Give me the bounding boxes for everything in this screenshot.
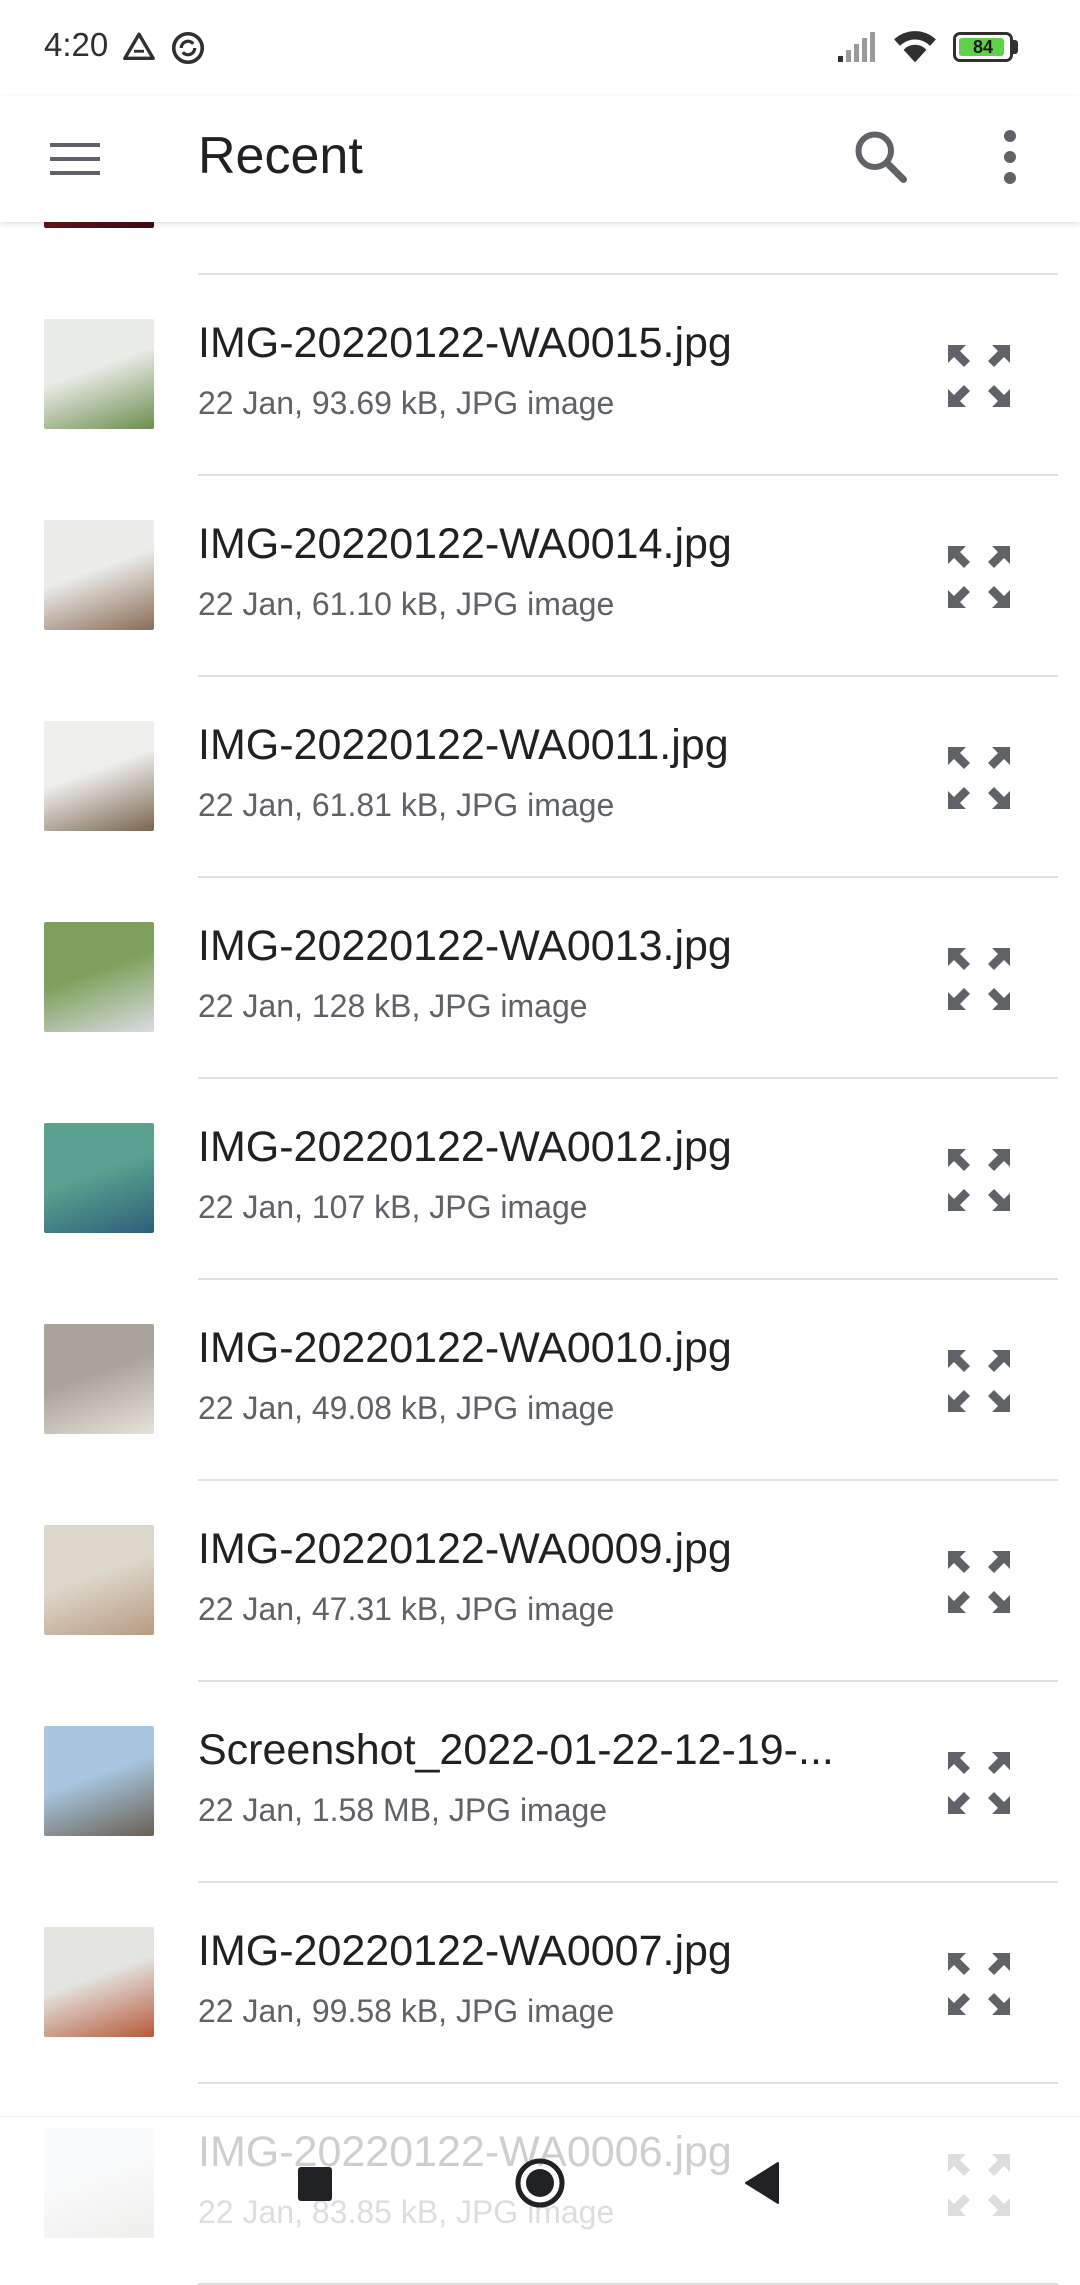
- file-thumbnail: [44, 1726, 154, 1836]
- file-thumbnail: [44, 520, 154, 630]
- page-title: Recent: [198, 127, 363, 185]
- expand-icon: [948, 1551, 1010, 1613]
- file-list: 22 Jan, 94.53 kB, JPG image IMG-20220122…: [0, 74, 1080, 2285]
- app-bar: Recent: [0, 96, 1080, 222]
- navigation-bar: [0, 2116, 1080, 2247]
- menu-icon: [50, 143, 100, 175]
- file-thumbnail: [44, 1324, 154, 1434]
- wifi-icon: [892, 28, 938, 71]
- expand-preview-button[interactable]: [944, 1748, 1014, 1818]
- menu-button[interactable]: [38, 130, 114, 190]
- file-details: 22 Jan, 49.08 kB, JPG image: [198, 1390, 615, 1426]
- file-thumbnail: [44, 319, 154, 429]
- expand-preview-button[interactable]: [944, 542, 1014, 612]
- more-options-button[interactable]: [980, 124, 1040, 190]
- expand-preview-button[interactable]: [944, 341, 1014, 411]
- expand-icon: [948, 1752, 1010, 1814]
- file-name: IMG-20220122-WA0012.jpg: [198, 1123, 732, 1171]
- file-details: 22 Jan, 99.58 kB, JPG image: [198, 1993, 615, 2029]
- file-thumbnail: [44, 922, 154, 1032]
- status-time: 4:20: [44, 26, 109, 63]
- home-icon[interactable]: [514, 2157, 566, 2209]
- file-details: 22 Jan, 1.58 MB, JPG image: [198, 1792, 608, 1828]
- file-name: IMG-20220122-WA0007.jpg: [198, 1927, 732, 1975]
- sync-icon: [170, 30, 206, 71]
- file-details: 22 Jan, 107 kB, JPG image: [198, 1189, 588, 1225]
- expand-icon: [948, 1149, 1010, 1211]
- file-name: Screenshot_2022-01-22-12-19-...: [198, 1726, 834, 1774]
- status-bar: 4:20 84: [0, 0, 1080, 96]
- file-list-item[interactable]: IMG-20220122-WA0010.jpg 22 Jan, 49.08 kB…: [0, 1280, 1080, 1481]
- file-name: IMG-20220122-WA0013.jpg: [198, 922, 732, 970]
- expand-preview-button[interactable]: [944, 944, 1014, 1014]
- expand-preview-button[interactable]: [944, 1145, 1014, 1215]
- file-thumbnail: [44, 1927, 154, 2037]
- file-list-item[interactable]: IMG-20220122-WA0007.jpg 22 Jan, 99.58 kB…: [0, 1883, 1080, 2084]
- search-icon: [855, 131, 907, 183]
- expand-icon: [948, 1953, 1010, 2015]
- file-list-item[interactable]: IMG-20220122-WA0012.jpg 22 Jan, 107 kB, …: [0, 1079, 1080, 1280]
- battery-icon: 84: [953, 32, 1013, 62]
- expand-icon: [948, 345, 1010, 407]
- expand-icon: [948, 1350, 1010, 1412]
- expand-icon: [948, 747, 1010, 809]
- file-name: IMG-20220122-WA0015.jpg: [198, 319, 732, 367]
- expand-preview-button[interactable]: [944, 1346, 1014, 1416]
- file-list-item[interactable]: IMG-20220122-WA0009.jpg 22 Jan, 47.31 kB…: [0, 1481, 1080, 1682]
- expand-preview-button[interactable]: [944, 1547, 1014, 1617]
- more-vert-icon: [1004, 130, 1016, 184]
- expand-icon: [948, 948, 1010, 1010]
- recents-icon[interactable]: [298, 2167, 332, 2201]
- file-details: 22 Jan, 61.81 kB, JPG image: [198, 787, 615, 823]
- battery-level: 84: [972, 37, 994, 57]
- file-thumbnail: [44, 1123, 154, 1233]
- expand-preview-button[interactable]: [944, 743, 1014, 813]
- drive-icon: [122, 30, 156, 69]
- file-details: 22 Jan, 47.31 kB, JPG image: [198, 1591, 615, 1627]
- file-name: IMG-20220122-WA0010.jpg: [198, 1324, 732, 1372]
- file-thumbnail: [44, 1525, 154, 1635]
- file-details: 22 Jan, 93.69 kB, JPG image: [198, 385, 615, 421]
- file-name: IMG-20220122-WA0009.jpg: [198, 1525, 732, 1573]
- file-name: IMG-20220122-WA0011.jpg: [198, 721, 729, 769]
- back-icon[interactable]: [744, 2161, 780, 2205]
- expand-icon: [948, 546, 1010, 608]
- file-thumbnail: [44, 721, 154, 831]
- search-button[interactable]: [848, 124, 914, 190]
- file-list-item[interactable]: IMG-20220122-WA0013.jpg 22 Jan, 128 kB, …: [0, 878, 1080, 1079]
- battery-tip: [1013, 40, 1018, 54]
- expand-preview-button[interactable]: [944, 1949, 1014, 2019]
- file-list-item[interactable]: IMG-20220122-WA0011.jpg 22 Jan, 61.81 kB…: [0, 677, 1080, 878]
- file-list-item[interactable]: IMG-20220122-WA0015.jpg 22 Jan, 93.69 kB…: [0, 275, 1080, 476]
- file-name: IMG-20220122-WA0014.jpg: [198, 520, 732, 568]
- file-details: 22 Jan, 61.10 kB, JPG image: [198, 586, 615, 622]
- signal-icon: [836, 32, 878, 69]
- file-list-item[interactable]: IMG-20220122-WA0014.jpg 22 Jan, 61.10 kB…: [0, 476, 1080, 677]
- file-list-item[interactable]: Screenshot_2022-01-22-12-19-... 22 Jan, …: [0, 1682, 1080, 1883]
- file-details: 22 Jan, 128 kB, JPG image: [198, 988, 588, 1024]
